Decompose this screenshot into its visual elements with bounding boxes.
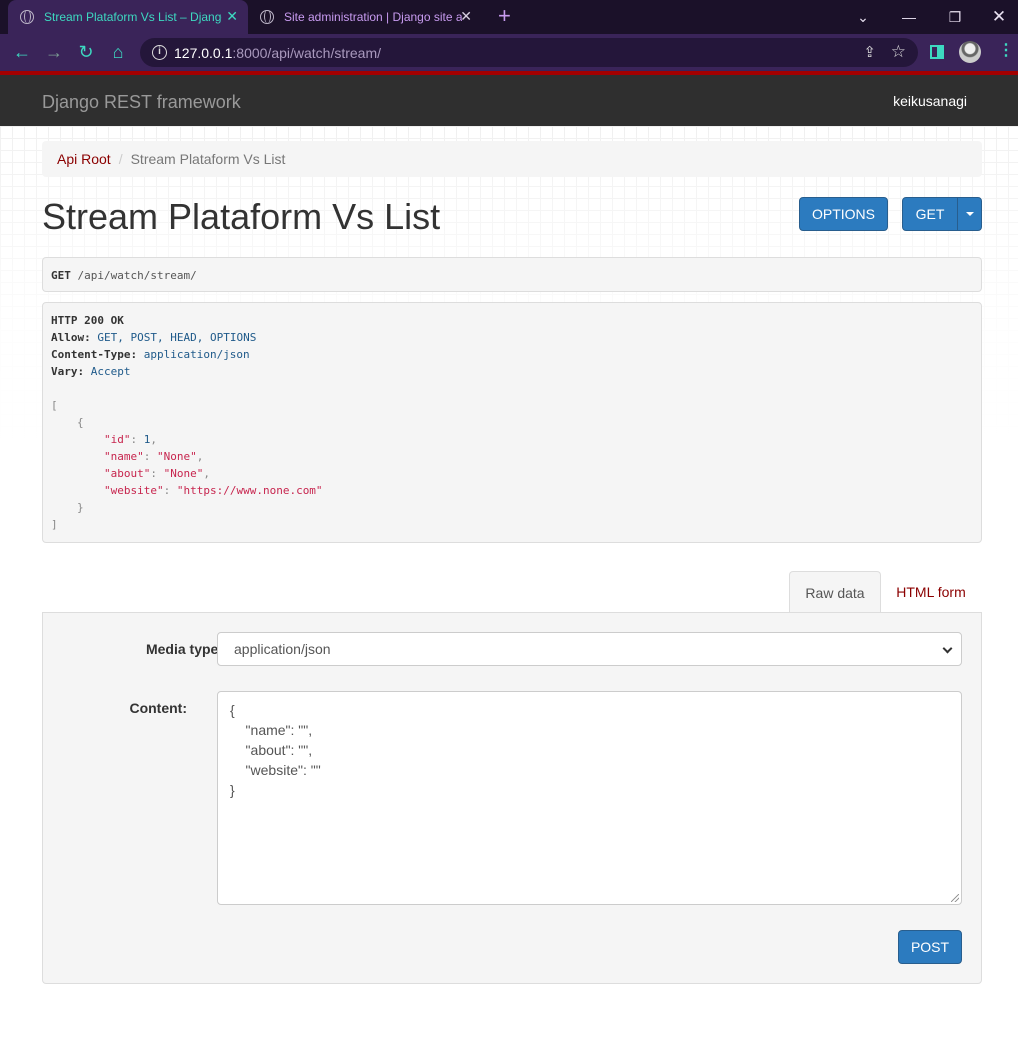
globe-icon bbox=[260, 10, 274, 24]
json-brace: } bbox=[77, 501, 84, 514]
new-tab-button[interactable]: + bbox=[498, 4, 511, 28]
header-key: Content-Type: bbox=[51, 348, 138, 361]
page-title: Stream Plataform Vs List bbox=[42, 196, 441, 237]
tab-title: Site administration | Django site admin bbox=[284, 10, 462, 24]
header-value: application/json bbox=[143, 348, 250, 361]
close-tab-icon[interactable]: ✕ bbox=[460, 8, 472, 24]
header-key: Vary: bbox=[51, 365, 85, 378]
breadcrumb-api-root[interactable]: Api Root bbox=[57, 151, 111, 167]
restore-icon[interactable]: ❐ bbox=[932, 0, 978, 34]
json-field: "id": 1, bbox=[104, 433, 157, 446]
media-type-value: application/json bbox=[234, 641, 331, 657]
resize-handle[interactable] bbox=[951, 894, 959, 902]
content-textarea[interactable]: { "name": "", "about": "", "website": ""… bbox=[217, 691, 962, 905]
chevron-down-icon bbox=[942, 643, 953, 654]
user-menu[interactable]: keikusanagi bbox=[893, 93, 967, 109]
json-brace: { bbox=[77, 416, 84, 429]
close-window-icon[interactable]: ✕ bbox=[976, 0, 1018, 34]
header-value: GET, POST, HEAD, OPTIONS bbox=[97, 331, 257, 344]
breadcrumb: Api Root / Stream Plataform Vs List bbox=[42, 141, 982, 177]
globe-icon bbox=[20, 10, 34, 24]
navbar-brand[interactable]: Django REST framework bbox=[42, 92, 241, 113]
share-icon[interactable]: ⇪ bbox=[863, 43, 876, 61]
profile-avatar[interactable] bbox=[959, 41, 981, 63]
get-format-dropdown[interactable] bbox=[957, 197, 982, 231]
request-method: GET bbox=[51, 269, 71, 282]
media-type-label: Media type: bbox=[145, 641, 223, 657]
side-panel-icon[interactable] bbox=[930, 45, 944, 59]
address-bar-row: ← → ↻ ⌂ i 127.0.0.1:8000/api/watch/strea… bbox=[0, 34, 1018, 71]
request-info: GET /api/watch/stream/ bbox=[42, 257, 982, 292]
tab-search-icon[interactable]: ⌄ bbox=[840, 0, 886, 34]
url-field[interactable]: i 127.0.0.1:8000/api/watch/stream/ ⇪ ☆ bbox=[140, 38, 918, 67]
get-button[interactable]: GET bbox=[902, 197, 958, 231]
response-info: HTTP 200 OK Allow: GET, POST, HEAD, OPTI… bbox=[42, 302, 982, 543]
request-path: /api/watch/stream/ bbox=[77, 269, 197, 282]
breadcrumb-current: Stream Plataform Vs List bbox=[130, 151, 286, 167]
content-label: Content: bbox=[129, 700, 187, 716]
forward-arrow-icon[interactable]: → bbox=[44, 42, 64, 62]
home-icon[interactable]: ⌂ bbox=[108, 42, 128, 62]
json-bracket: ] bbox=[51, 518, 58, 531]
reload-icon[interactable]: ↻ bbox=[76, 42, 96, 62]
caret-down-icon bbox=[965, 212, 974, 216]
tab-html-form[interactable]: HTML form bbox=[884, 571, 978, 613]
media-type-select[interactable]: application/json bbox=[217, 632, 962, 666]
site-info-icon[interactable]: i bbox=[152, 45, 167, 60]
post-button[interactable]: POST bbox=[898, 930, 962, 964]
browser-tab-active[interactable]: Stream Plataform Vs List – Django REST f… bbox=[8, 0, 248, 34]
browser-tab-inactive[interactable]: Site administration | Django site admin … bbox=[250, 0, 482, 34]
navbar: Django REST framework keikusanagi bbox=[0, 75, 1018, 126]
tab-raw-data[interactable]: Raw data bbox=[789, 571, 881, 613]
header-value: Accept bbox=[90, 365, 131, 378]
browser-menu-icon[interactable]: ⋮ bbox=[998, 42, 1014, 60]
minimize-icon[interactable]: — bbox=[886, 0, 932, 34]
header-key: Allow: bbox=[51, 331, 91, 344]
json-field: "name": "None", bbox=[104, 450, 204, 463]
json-bracket: [ bbox=[51, 399, 58, 412]
browser-tab-bar: Stream Plataform Vs List – Django REST f… bbox=[0, 0, 1018, 34]
options-button[interactable]: OPTIONS bbox=[799, 197, 888, 231]
back-arrow-icon[interactable]: ← bbox=[12, 42, 32, 62]
bookmark-star-icon[interactable]: ☆ bbox=[891, 42, 906, 62]
close-tab-icon[interactable]: ✕ bbox=[226, 8, 238, 24]
response-status: HTTP 200 OK bbox=[51, 314, 124, 327]
url-text: 127.0.0.1:8000/api/watch/stream/ bbox=[174, 45, 382, 61]
tab-title: Stream Plataform Vs List – Django REST f… bbox=[44, 10, 222, 24]
json-field: "website": "https://www.none.com" bbox=[104, 484, 323, 497]
json-field: "about": "None", bbox=[104, 467, 210, 480]
breadcrumb-separator: / bbox=[118, 151, 123, 167]
